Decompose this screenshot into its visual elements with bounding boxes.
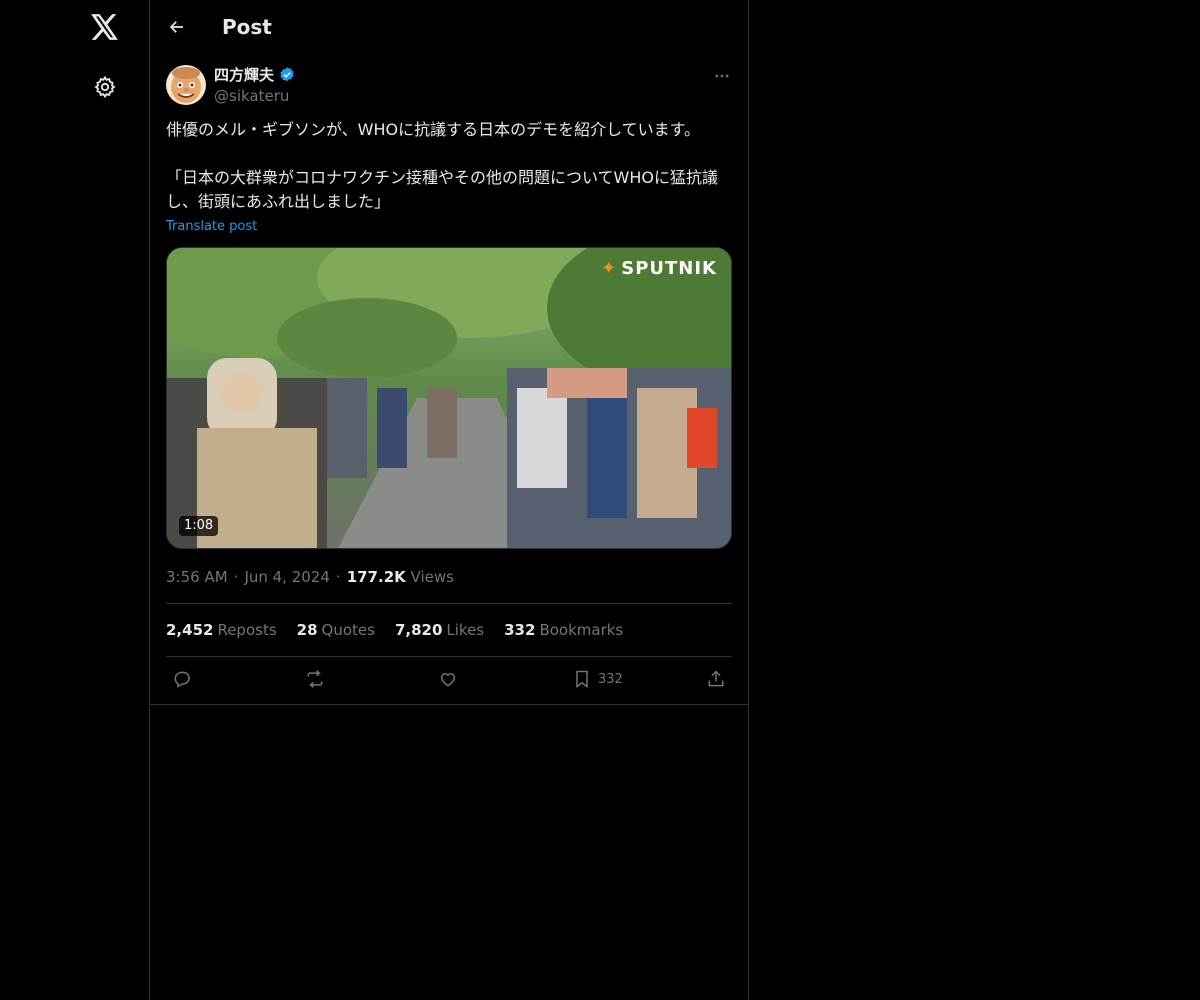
verified-badge-icon — [278, 66, 296, 84]
bookmark-count: 332 — [598, 671, 623, 687]
page-header: Post — [150, 0, 748, 54]
post-time[interactable]: 3:56 AM — [166, 567, 228, 587]
views-count: 177.2K — [346, 568, 406, 586]
bookmarks-stat[interactable]: 332 Bookmarks — [504, 620, 623, 640]
share-button[interactable] — [706, 669, 726, 689]
bookmark-button[interactable]: 332 — [572, 669, 623, 689]
x-logo-icon[interactable] — [88, 10, 122, 44]
repost-button[interactable] — [304, 669, 326, 689]
meta-separator: · — [233, 568, 239, 586]
action-bar: 332 — [166, 667, 732, 695]
video-thumbnail — [167, 248, 731, 548]
video-player[interactable]: ✦ SPUTNIK 1:08 — [166, 247, 732, 549]
sputnik-watermark: ✦ SPUTNIK — [601, 258, 717, 279]
reply-button[interactable] — [172, 669, 192, 689]
more-options-icon[interactable] — [712, 66, 732, 86]
left-nav — [0, 0, 150, 1000]
sputnik-star-icon: ✦ — [601, 258, 618, 279]
author-handle[interactable]: @sikateru — [214, 86, 289, 106]
post-date[interactable]: Jun 4, 2024 — [244, 567, 329, 587]
views-label: Views — [410, 568, 454, 586]
translate-post-link[interactable]: Translate post — [166, 218, 257, 236]
post-bottom-border — [150, 704, 748, 705]
quotes-stat[interactable]: 28 Quotes — [297, 620, 375, 640]
bookmark-icon — [576, 670, 588, 688]
like-button[interactable] — [438, 669, 458, 689]
engagement-stats: 2,452 Reposts 28 Quotes 7,820 Likes 332 … — [166, 620, 623, 640]
page-title: Post — [222, 15, 272, 39]
reply-icon — [174, 671, 190, 688]
author-name-row: 四方輝夫 — [214, 65, 296, 85]
heart-icon — [440, 673, 456, 687]
author-name[interactable]: 四方輝夫 — [214, 65, 274, 85]
divider — [166, 656, 732, 657]
divider — [166, 603, 732, 604]
meta-separator: · — [335, 568, 341, 586]
likes-stat[interactable]: 7,820 Likes — [395, 620, 484, 640]
back-button[interactable] — [166, 16, 188, 38]
repost-icon — [307, 670, 323, 688]
gear-icon[interactable] — [91, 73, 119, 101]
video-duration-badge: 1:08 — [179, 516, 219, 536]
post-text: 俳優のメル・ギブソンが、WHOに抗議する日本のデモを紹介しています。 「日本の大… — [166, 120, 718, 211]
arrow-left-icon — [169, 21, 183, 33]
avatar[interactable] — [166, 65, 206, 105]
reposts-stat[interactable]: 2,452 Reposts — [166, 620, 277, 640]
post-meta: 3:56 AM · Jun 4, 2024 · 177.2K Views — [166, 567, 454, 587]
main-column: Post 四方輝夫 @sikateru 俳優のメル・ギブソンが、WHOに抗議する… — [149, 0, 749, 1000]
share-icon — [708, 670, 724, 687]
